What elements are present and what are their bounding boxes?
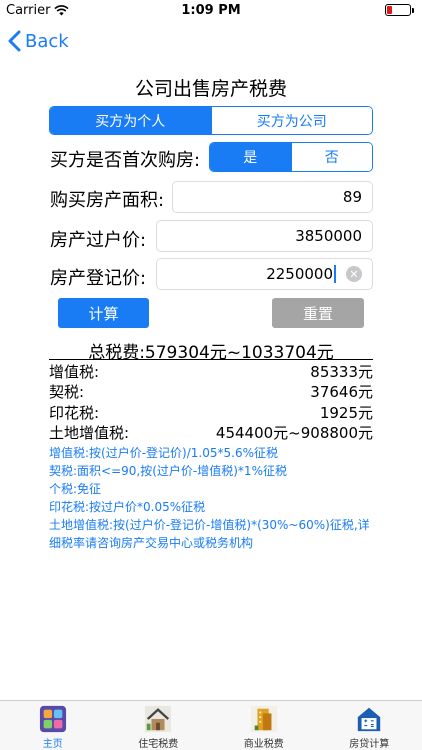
note-land-vat: 土地增值税:按(过户价-登记价-增值税)*(30%~60%)征税,详细税率请咨询… — [49, 518, 370, 550]
note-deed-tax: 契税:面积<=90,按(过户价-增值税)*1%征税 — [49, 464, 287, 478]
battery-icon — [385, 4, 411, 16]
area-value: 89 — [342, 188, 362, 206]
chevron-left-icon — [8, 30, 21, 52]
text-cursor — [334, 265, 336, 283]
result-row-stamp-tax: 印花税: 1925元 — [49, 402, 373, 423]
note-vat: 增值税:按(过户价-登记价)/1.05*5.6%征税 — [49, 446, 278, 460]
result-label: 土地增值税: — [49, 424, 130, 442]
tab-bar: 主页 住宅税费 商业税费 房贷计算 — [0, 700, 422, 750]
buyer-type-segment: 买方为个人 买方为公司 — [49, 106, 373, 135]
result-label: 印花税: — [49, 404, 100, 422]
tab-label: 主页 — [42, 739, 63, 750]
status-time: 1:09 PM — [181, 3, 241, 18]
result-label: 契税: — [49, 383, 85, 401]
clear-icon[interactable]: ✕ — [346, 266, 362, 282]
commercial-building-icon — [250, 705, 277, 733]
tab-label: 房贷计算 — [349, 739, 390, 750]
first-home-label: 买方是否首次购房: — [50, 150, 201, 171]
transfer-price-value: 3850000 — [295, 227, 362, 245]
registered-price-value: 2250000 — [266, 265, 333, 283]
result-value: 85333元 — [310, 363, 373, 381]
tab-label: 商业税费 — [243, 739, 284, 750]
result-value: 454400元~908800元 — [215, 424, 373, 442]
result-value: 1925元 — [319, 404, 373, 422]
first-home-segment: 是 否 — [209, 142, 373, 172]
reset-button[interactable]: 重置 — [272, 298, 364, 328]
back-button[interactable]: Back — [8, 30, 69, 52]
note-income-tax: 个税:免征 — [49, 482, 102, 496]
nav-bar: Back — [0, 22, 422, 66]
result-label: 增值税: — [49, 363, 100, 381]
segment-first-home-yes[interactable]: 是 — [210, 143, 291, 171]
house-icon — [145, 705, 172, 733]
note-stamp-tax: 印花税:按过户价*0.05%征税 — [49, 500, 206, 514]
segment-buyer-company[interactable]: 买方为公司 — [210, 107, 372, 134]
status-bar: Carrier 1:09 PM — [0, 0, 422, 22]
back-label: Back — [25, 30, 69, 52]
page-title: 公司出售房产税费 — [134, 78, 287, 100]
segment-buyer-individual[interactable]: 买方为个人 — [50, 107, 211, 134]
segment-first-home-no[interactable]: 否 — [290, 143, 372, 171]
tab-mortgage-calc[interactable]: 房贷计算 — [317, 701, 422, 750]
tab-home[interactable]: 主页 — [0, 701, 106, 750]
area-label: 购买房产面积: — [50, 190, 165, 211]
transfer-price-field[interactable]: 3850000 — [156, 220, 373, 252]
tab-label: 住宅税费 — [138, 739, 179, 750]
tab-residential-tax[interactable]: 住宅税费 — [106, 701, 212, 750]
result-row-land-vat: 土地增值税: 454400元~908800元 — [49, 422, 373, 443]
home-grid-icon — [39, 705, 66, 733]
registered-price-label: 房产登记价: — [50, 268, 147, 289]
transfer-price-label: 房产过户价: — [50, 230, 147, 251]
result-value: 37646元 — [310, 383, 373, 401]
result-row-deed-tax: 契税: 37646元 — [49, 381, 373, 402]
battery-indicator — [385, 4, 414, 16]
registered-price-field[interactable]: 2250000 ✕ — [156, 258, 373, 290]
calculator-house-icon — [358, 707, 381, 732]
result-row-vat: 增值税: 85333元 — [49, 361, 373, 382]
area-field[interactable]: 89 — [172, 181, 373, 213]
calculate-button[interactable]: 计算 — [58, 298, 149, 328]
tab-commercial-tax[interactable]: 商业税费 — [211, 701, 317, 750]
divider — [49, 359, 373, 360]
